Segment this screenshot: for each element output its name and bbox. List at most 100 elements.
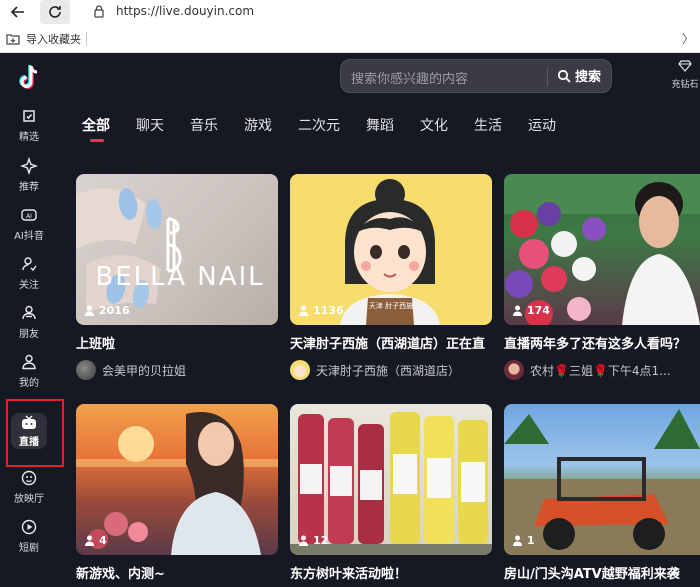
sidebar: 精选 推荐 AI AI抖音 关注 朋友 我的 直播 放映厅 短剧 xyxy=(0,53,64,587)
avatar xyxy=(76,360,96,380)
live-card[interactable]: 天津 肘子西施 1136 天津肘子西施（西湖道店）正在直 天津肘子西施（西湖道店… xyxy=(290,174,492,380)
search-button[interactable]: 搜索 xyxy=(557,66,601,85)
tea-bottles-image xyxy=(290,412,492,555)
play-icon xyxy=(21,519,37,535)
sidebar-item-follow[interactable]: 关注 xyxy=(0,255,58,299)
import-bookmarks-link[interactable]: 导入收藏夹 xyxy=(26,31,81,47)
sidebar-item-label: 朋友 xyxy=(19,329,39,340)
search-box: 搜索你感兴趣的内容 搜索 xyxy=(340,59,612,93)
browser-chrome: https://live.douyin.com 导入收藏夹 〉 xyxy=(0,0,700,53)
sidebar-item-label: 精选 xyxy=(19,132,39,143)
theater-icon xyxy=(21,470,37,486)
reload-icon xyxy=(49,6,61,18)
reload-button[interactable] xyxy=(40,0,70,24)
person-icon xyxy=(299,305,308,316)
sidebar-item-friends[interactable]: 朋友 xyxy=(0,304,58,348)
viewer-count: 4 xyxy=(84,534,107,547)
streamer-name: 天津肘子西施（西湖道店） xyxy=(316,363,461,378)
sidebar-item-label: 我的 xyxy=(19,378,39,389)
live-thumbnail[interactable]: 1 xyxy=(504,404,700,555)
sidebar-item-short-drama[interactable]: 短剧 xyxy=(0,518,58,562)
diamond-icon xyxy=(678,60,692,72)
sunset-girl-image xyxy=(76,412,278,555)
live-title[interactable]: 房山/门头沟ATV越野福利来袭 xyxy=(504,563,700,582)
search-divider xyxy=(547,68,548,86)
tab-culture[interactable]: 文化 xyxy=(420,115,448,145)
svg-text:AI: AI xyxy=(26,213,32,220)
tab-chat[interactable]: 聊天 xyxy=(136,115,164,145)
brand-logo-text: BELLA NAIL xyxy=(95,262,265,292)
live-card[interactable]: 1 房山/门头沟ATV越野福利来袭 xyxy=(504,404,700,582)
live-title[interactable]: 东方树叶来活动啦！ xyxy=(290,563,492,582)
live-card[interactable]: 174 直播两年多了还有这多人看吗？ 农村🌹三姐🌹下午4点1... xyxy=(504,174,700,380)
streamer-info[interactable]: 会美甲的贝拉姐 xyxy=(76,360,278,380)
live-thumbnail[interactable]: BELLA NAIL 2016 xyxy=(76,174,278,325)
search-icon xyxy=(557,69,571,83)
recharge-button[interactable]: 充钻石 xyxy=(670,59,700,90)
sidebar-item-mine[interactable]: 我的 xyxy=(0,353,58,397)
tab-anime[interactable]: 二次元 xyxy=(298,115,340,145)
sidebar-item-featured[interactable]: 精选 xyxy=(0,107,58,151)
sidebar-item-label: 关注 xyxy=(19,280,39,291)
sparkle-icon xyxy=(20,157,38,175)
tab-life[interactable]: 生活 xyxy=(474,115,502,145)
bookmark-overflow-icon[interactable]: 〉 xyxy=(682,30,694,47)
live-card[interactable]: 4 新游戏、内测~ xyxy=(76,404,278,582)
viewer-count: 1136 xyxy=(298,304,344,317)
avatar xyxy=(290,360,310,380)
streamer-name: 农村🌹三姐🌹下午4点1... xyxy=(530,363,671,378)
live-thumbnail[interactable]: 天津 肘子西施 1136 xyxy=(290,174,492,325)
atv-image xyxy=(504,409,700,555)
address-bar[interactable]: https://live.douyin.com xyxy=(82,0,700,22)
live-card[interactable]: 12 东方树叶来活动啦！ xyxy=(290,404,492,582)
sidebar-item-ai-douyin[interactable]: AI AI抖音 xyxy=(0,206,58,250)
back-button[interactable] xyxy=(4,0,32,24)
streamer-info[interactable]: 天津肘子西施（西湖道店） xyxy=(290,360,492,380)
tab-games[interactable]: 游戏 xyxy=(244,115,272,145)
live-title[interactable]: 上班啦 xyxy=(76,333,278,352)
person-icon xyxy=(85,305,94,316)
address-row: https://live.douyin.com xyxy=(0,0,700,26)
bookmark-divider xyxy=(86,32,87,46)
viewer-count-value: 174 xyxy=(527,304,550,317)
viewer-count-value: 4 xyxy=(99,534,107,547)
live-title[interactable]: 天津肘子西施（西湖道店）正在直 xyxy=(290,333,492,352)
sidebar-item-label: 推荐 xyxy=(19,182,39,193)
sidebar-item-theater[interactable]: 放映厅 xyxy=(0,469,58,513)
ai-icon: AI xyxy=(21,209,37,221)
viewer-count: 1 xyxy=(512,534,535,547)
tab-dance[interactable]: 舞蹈 xyxy=(366,115,394,145)
sidebar-item-recommend[interactable]: 推荐 xyxy=(0,157,58,201)
recharge-label: 充钻石 xyxy=(671,80,699,90)
person-icon xyxy=(299,535,308,546)
live-card[interactable]: BELLA NAIL 2016 上班啦 会美甲的贝拉姐 xyxy=(76,174,278,380)
viewer-count: 12 xyxy=(298,534,328,547)
bookmark-bar: 导入收藏夹 xyxy=(0,26,700,53)
live-title[interactable]: 新游戏、内测~ xyxy=(76,563,278,582)
sidebar-item-label: 短剧 xyxy=(19,543,39,554)
person-icon xyxy=(85,535,94,546)
viewer-count: 2016 xyxy=(84,304,130,317)
douyin-logo-icon[interactable] xyxy=(15,63,43,93)
arrow-left-icon xyxy=(10,6,24,18)
live-thumbnail[interactable]: 12 xyxy=(290,404,492,555)
viewer-count-value: 1 xyxy=(527,534,535,547)
person-icon xyxy=(513,305,522,316)
tab-sports[interactable]: 运动 xyxy=(528,115,556,145)
live-thumbnail[interactable]: 4 xyxy=(76,404,278,555)
lock-icon xyxy=(94,5,104,18)
annotation-highlight-box xyxy=(6,399,64,467)
sidebar-item-label: 放映厅 xyxy=(14,494,44,505)
tab-all[interactable]: 全部 xyxy=(82,115,110,145)
search-button-label: 搜索 xyxy=(575,70,602,85)
search-input[interactable]: 搜索你感兴趣的内容 xyxy=(351,68,468,87)
profile-icon xyxy=(22,354,36,370)
import-bookmarks-icon xyxy=(6,34,20,45)
sidebar-item-label: AI抖音 xyxy=(14,231,44,242)
url-text: https://live.douyin.com xyxy=(116,4,255,18)
live-title[interactable]: 直播两年多了还有这多人看吗？ xyxy=(504,333,700,352)
tab-music[interactable]: 音乐 xyxy=(190,115,218,145)
streamer-info[interactable]: 农村🌹三姐🌹下午4点1... xyxy=(504,360,700,380)
friends-icon xyxy=(22,305,36,320)
live-thumbnail[interactable]: 174 xyxy=(504,174,700,325)
